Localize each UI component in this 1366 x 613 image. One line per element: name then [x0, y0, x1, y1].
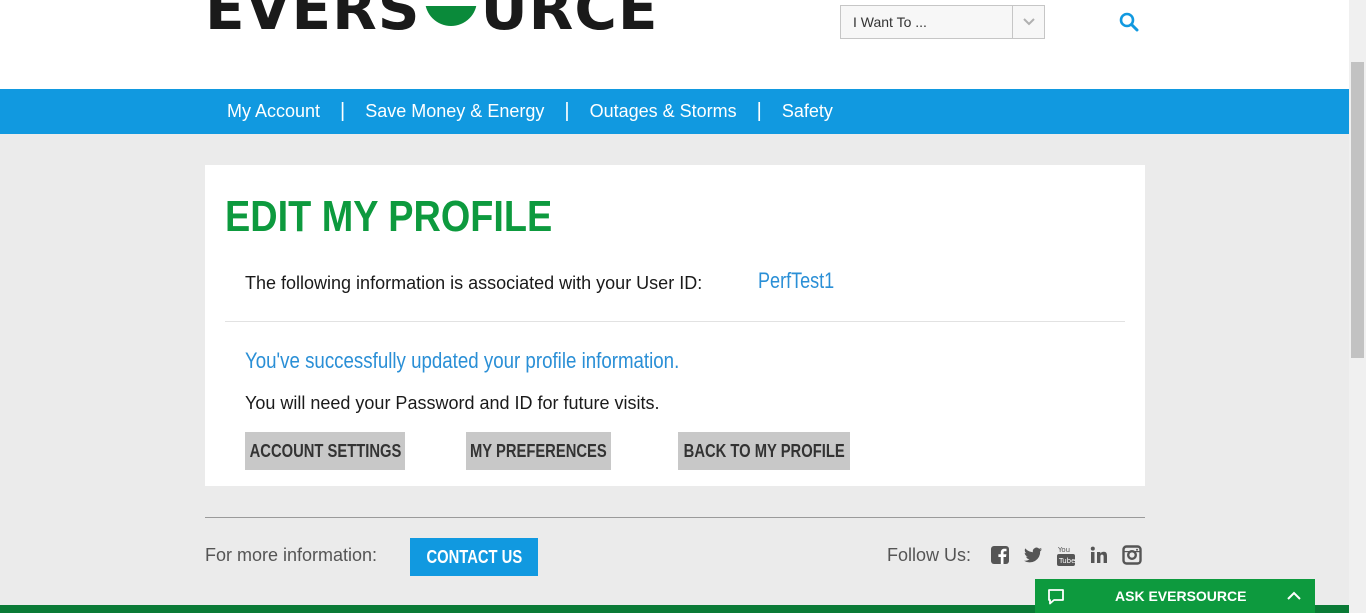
back-to-profile-button[interactable]: BACK TO MY PROFILE	[678, 432, 850, 470]
footer-divider	[205, 517, 1145, 518]
linkedin-icon[interactable]	[1089, 545, 1109, 565]
nav-separator: |	[340, 100, 346, 122]
youtube-icon[interactable]: You Tube	[1056, 545, 1076, 566]
account-settings-button[interactable]: ACCOUNT SETTINGS	[245, 432, 405, 470]
facebook-icon[interactable]	[990, 545, 1010, 565]
svg-text:Tube: Tube	[1058, 557, 1075, 565]
nav-separator: |	[564, 100, 570, 122]
nav-save-money-energy[interactable]: Save Money & Energy	[365, 101, 544, 122]
main-nav: My Account | Save Money & Energy | Outag…	[0, 89, 1349, 134]
password-note: You will need your Password and ID for f…	[245, 393, 660, 413]
my-preferences-label: MY PREFERENCES	[470, 440, 607, 461]
account-settings-label: ACCOUNT SETTINGS	[249, 440, 401, 461]
back-to-profile-label: BACK TO MY PROFILE	[683, 440, 845, 461]
i-want-to-label: I Want To ...	[853, 14, 927, 30]
instagram-icon[interactable]	[1122, 545, 1142, 565]
user-id-value: PerfTest1	[758, 268, 835, 293]
logo-o-mark	[422, 0, 479, 32]
twitter-icon[interactable]	[1023, 545, 1043, 565]
chevron-up-icon[interactable]	[1286, 589, 1302, 603]
follow-us-label: Follow Us:	[887, 545, 972, 565]
chevron-down-icon[interactable]	[1012, 6, 1044, 38]
profile-card: EDIT MY PROFILE The following informatio…	[205, 165, 1145, 486]
page-title: EDIT MY PROFILE	[225, 192, 553, 241]
nav-outages-storms[interactable]: Outages & Storms	[590, 101, 737, 122]
ask-eversource-chat-button[interactable]: ASK EVERSOURCE	[1035, 579, 1315, 613]
scrollbar-thumb[interactable]	[1351, 62, 1364, 358]
logo-text-left: EVERS	[205, 0, 421, 43]
chat-bubble-icon	[1047, 588, 1065, 606]
more-info-label: For more information:	[205, 545, 378, 565]
my-preferences-button[interactable]: MY PREFERENCES	[466, 432, 611, 470]
nav-safety[interactable]: Safety	[782, 101, 833, 122]
nav-separator: |	[756, 100, 762, 122]
divider	[225, 321, 1125, 322]
ask-eversource-label: ASK EVERSOURCE	[1115, 588, 1247, 604]
contact-us-button[interactable]: CONTACT US	[410, 538, 538, 576]
contact-us-label: CONTACT US	[426, 546, 522, 567]
user-id-label: The following information is associated …	[245, 273, 703, 293]
i-want-to-select[interactable]: I Want To ...	[840, 5, 1045, 39]
logo-text-right: URCE	[480, 0, 659, 43]
site-header: EVERS URCE I Want To ...	[0, 0, 1349, 89]
page-scrollbar[interactable]	[1349, 0, 1366, 613]
search-icon[interactable]	[1119, 12, 1139, 32]
success-message: You've successfully updated your profile…	[245, 348, 680, 373]
nav-my-account[interactable]: My Account	[227, 101, 320, 122]
eversource-logo[interactable]: EVERS URCE	[205, 0, 659, 43]
svg-text:You: You	[1057, 546, 1070, 554]
